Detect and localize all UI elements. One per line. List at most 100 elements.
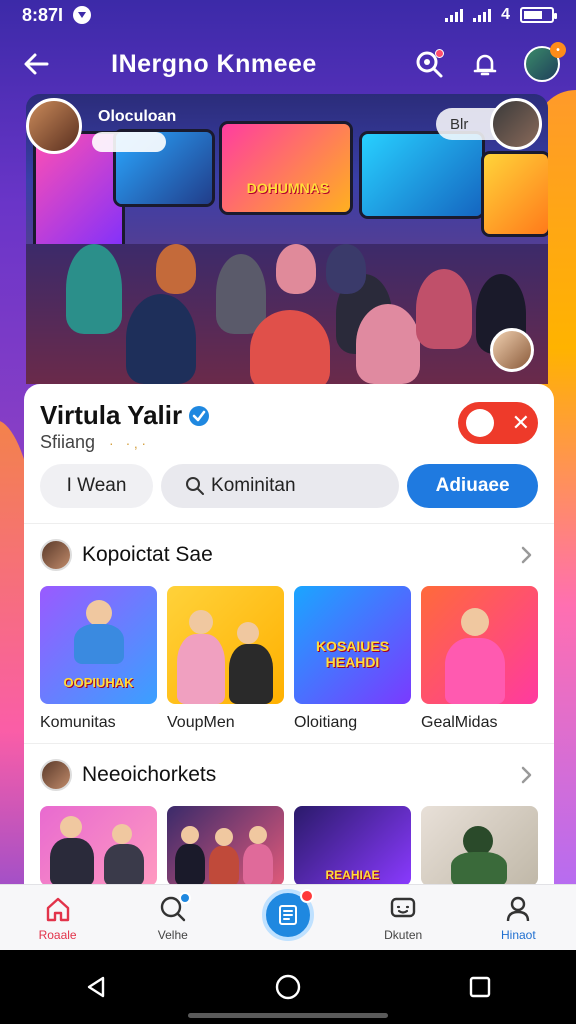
chat-icon bbox=[390, 897, 416, 917]
status-bar: 8:87Ɩ 4 bbox=[0, 0, 576, 30]
app-header: INergno Knmeee • bbox=[0, 34, 576, 94]
avatar-badge: • bbox=[550, 42, 566, 58]
toggle-knob bbox=[466, 409, 494, 437]
section-title: Kopoictat Sae bbox=[82, 543, 213, 566]
community-tile[interactable] bbox=[40, 806, 157, 884]
user-avatar[interactable]: • bbox=[524, 42, 566, 82]
system-home-button[interactable] bbox=[268, 967, 308, 1007]
nav-home[interactable]: Roaale bbox=[10, 894, 106, 942]
app-notification-icon bbox=[73, 6, 92, 24]
notification-dot bbox=[435, 49, 444, 58]
hero-screen bbox=[362, 134, 482, 216]
tile-image bbox=[40, 806, 157, 884]
tile-label: GealMidas bbox=[421, 714, 498, 731]
hero-person bbox=[416, 269, 472, 349]
host-chip bbox=[92, 132, 166, 152]
status-time: 8:87Ɩ bbox=[22, 4, 64, 25]
document-icon bbox=[278, 904, 297, 925]
bottom-navigation: Roaale Velhe Dkuten Hinaot bbox=[0, 884, 576, 950]
community-tile[interactable]: REAHIAE bbox=[294, 806, 411, 884]
hero-person bbox=[126, 294, 196, 384]
search-community-label: Kominitan bbox=[211, 475, 296, 496]
host-name: Oloculoan bbox=[98, 108, 177, 125]
create-badge bbox=[299, 888, 314, 903]
hero-person bbox=[326, 244, 366, 294]
signal-icon bbox=[445, 8, 464, 22]
sparkle-decor: · ·‚· bbox=[109, 434, 151, 451]
nav-profile[interactable]: Hinaot bbox=[470, 894, 566, 942]
community-tile[interactable]: GealMidas bbox=[421, 586, 538, 732]
close-icon: ✕ bbox=[511, 410, 530, 435]
nav-create[interactable] bbox=[240, 888, 336, 941]
community-tile[interactable]: OOPIUHAK Komunitas bbox=[40, 586, 157, 732]
bell-icon bbox=[473, 54, 497, 76]
hero-person bbox=[356, 304, 420, 384]
search-icon bbox=[186, 477, 205, 495]
hero-person bbox=[66, 244, 122, 334]
tile-image: KOSAIUES HEAHDI bbox=[294, 586, 411, 704]
system-navigation bbox=[0, 950, 576, 1024]
guest-avatar[interactable] bbox=[490, 98, 542, 150]
network-type: 4 bbox=[501, 6, 510, 23]
tile-art-text: OOPIUHAK bbox=[63, 675, 134, 690]
section-kopoictat: Kopoictat Sae OOPIUHAK Komunitas VoupMen… bbox=[24, 524, 554, 744]
nav-messages-label: Dkuten bbox=[384, 927, 423, 942]
live-toggle[interactable]: ✕ bbox=[458, 402, 538, 444]
join-button[interactable]: Adiuaee bbox=[407, 464, 538, 508]
nav-profile-label: Hinaot bbox=[501, 927, 536, 942]
tile-label: Oloitiang bbox=[294, 714, 358, 731]
square-recents-icon bbox=[469, 976, 491, 998]
chevron-right-icon[interactable] bbox=[514, 543, 538, 567]
tile-label: VoupMen bbox=[167, 714, 235, 731]
tile-image: OOPIUHAK bbox=[40, 586, 157, 704]
notifications-button[interactable] bbox=[468, 47, 502, 81]
triangle-back-icon bbox=[87, 976, 105, 998]
hero-banner[interactable]: DOHUMNAS Oloculoan Blr bbox=[26, 94, 548, 384]
nav-messages[interactable]: Dkuten bbox=[355, 894, 451, 942]
signal-icon-2 bbox=[473, 8, 492, 22]
section-neeoichorkets: Neeoichorkets REAHIAE bbox=[24, 744, 554, 884]
hero-person bbox=[156, 244, 196, 294]
hero-screen bbox=[484, 154, 548, 234]
create-button[interactable] bbox=[261, 888, 314, 941]
host-avatar[interactable] bbox=[26, 98, 82, 154]
viewer-avatar[interactable] bbox=[490, 328, 534, 372]
nav-explore-label: Velhe bbox=[157, 927, 188, 942]
hero-poster-text: DOHUMNAS bbox=[246, 180, 330, 196]
home-icon bbox=[46, 897, 69, 921]
tile-image: REAHIAE bbox=[294, 806, 411, 884]
hero-person bbox=[250, 310, 330, 384]
profile-card: Virtula Yalir Sfiiang · ·‚· ✕ I Wean Kom… bbox=[24, 384, 554, 884]
section-title: Neeoichorkets bbox=[82, 763, 217, 786]
section-avatar bbox=[40, 759, 72, 791]
back-button[interactable] bbox=[16, 44, 56, 84]
community-tile[interactable]: VoupMen bbox=[167, 586, 284, 732]
profile-name: Virtula Yalir bbox=[40, 400, 183, 430]
community-tile[interactable]: KOSAIUES HEAHDI Oloitiang bbox=[294, 586, 411, 732]
section-avatar bbox=[40, 539, 72, 571]
system-back-button[interactable] bbox=[76, 967, 116, 1007]
mean-button[interactable]: I Wean bbox=[40, 464, 154, 508]
community-tile[interactable] bbox=[421, 806, 538, 884]
search-community-input[interactable]: Kominitan bbox=[161, 464, 400, 508]
chevron-right-icon[interactable] bbox=[514, 763, 538, 787]
verified-icon bbox=[189, 405, 210, 426]
system-recents-button[interactable] bbox=[460, 967, 500, 1007]
hero-person bbox=[276, 244, 316, 294]
profile-header: Virtula Yalir Sfiiang · ·‚· ✕ I Wean Kom… bbox=[24, 384, 554, 524]
tile-art-text: REAHIAE bbox=[325, 868, 380, 882]
search-button[interactable] bbox=[412, 47, 446, 81]
nav-badge bbox=[178, 891, 191, 904]
hero-person bbox=[216, 254, 266, 334]
community-tile[interactable] bbox=[167, 806, 284, 884]
circle-home-icon bbox=[275, 974, 301, 1000]
page-title: INergno Knmeee bbox=[111, 49, 317, 78]
nav-home-label: Roaale bbox=[38, 927, 77, 942]
app-root: 8:87Ɩ 4 INergno Knmeee • DOHUMNAS Olocul… bbox=[0, 0, 576, 1024]
tile-image bbox=[167, 806, 284, 884]
nav-explore[interactable]: Velhe bbox=[125, 891, 221, 942]
tile-image bbox=[421, 806, 538, 884]
gesture-bar bbox=[188, 1013, 388, 1018]
tile-image bbox=[421, 586, 538, 704]
arrow-left-icon bbox=[24, 53, 49, 75]
